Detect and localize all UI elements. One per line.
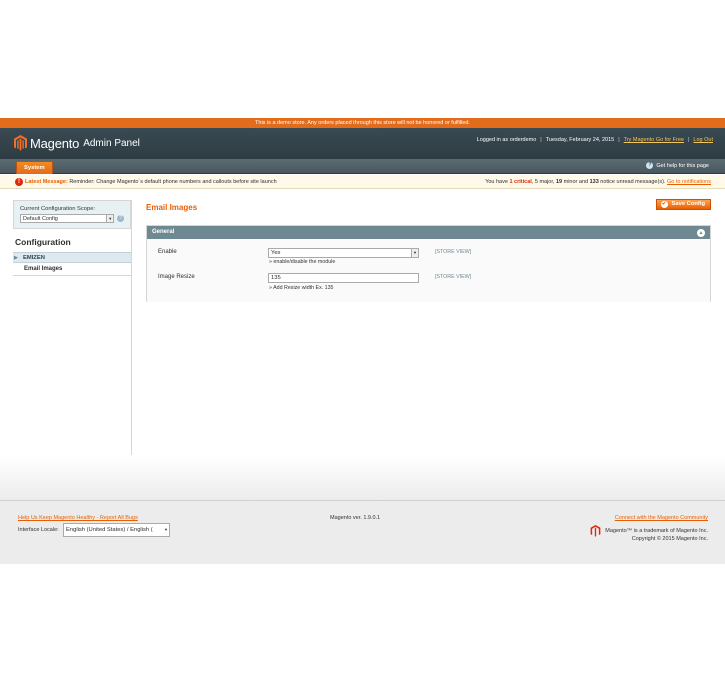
sidebar-group-emizen[interactable]: ▶ EMIZEN <box>13 252 131 263</box>
image-resize-note: » Add Resize width Ex. 135 <box>269 285 334 291</box>
collapse-icon[interactable]: ▲ <box>697 229 705 237</box>
logo-subtitle: Admin Panel <box>83 137 140 149</box>
magento-logo[interactable]: Magento Admin Panel <box>14 135 140 151</box>
sidebar-title: Configuration <box>15 237 71 247</box>
help-icon: ? <box>646 162 654 169</box>
enable-note: » enable/disable the module <box>269 259 336 265</box>
system-message-bar: ! Latest Message: Reminder: Change Magen… <box>0 175 725 189</box>
help-text: Get help for this page <box>656 162 709 169</box>
checkmark-icon: ✔ <box>660 201 668 208</box>
page-title: Email Images <box>146 203 198 212</box>
logout-link[interactable]: Log Out <box>693 137 713 143</box>
enable-scope: [STORE VIEW] <box>435 249 472 255</box>
chevron-down-icon: ▼ <box>164 527 168 532</box>
scope-select[interactable]: Default Config ▼ <box>20 214 115 223</box>
demo-notice-text: This is a demo store. Any orders placed … <box>255 120 470 126</box>
try-magento-go-link[interactable]: Try Magento Go for Free <box>624 137 684 143</box>
trademark-text: Magento™ is a trademark of Magento Inc. <box>605 528 708 534</box>
scope-label: Current Configuration Scope: <box>20 206 96 212</box>
image-resize-value: 135 <box>271 275 281 281</box>
image-resize-note-text: Add Resize width Ex. 135 <box>273 285 334 291</box>
main-nav: System ? Get help for this page <box>0 159 725 174</box>
notice-count: 133 <box>589 179 599 185</box>
config-sidebar: Current Configuration Scope: Default Con… <box>13 200 132 455</box>
scope-select-value: Default Config <box>23 216 58 222</box>
latest-message-label: Latest Message: <box>25 179 68 185</box>
general-fieldset: General ▲ Enable Yes ▼ » enable/disable … <box>146 225 711 302</box>
scope-switcher: Current Configuration Scope: Default Con… <box>13 200 131 229</box>
locale-select-value: English (United States) / English ( <box>66 527 153 533</box>
admin-header: Magento Admin Panel Logged in as orderde… <box>0 128 725 159</box>
chevron-down-icon: ▼ <box>106 215 114 222</box>
locale-select[interactable]: English (United States) / English ( ▼ <box>63 523 170 537</box>
sidebar-group-label: EMIZEN <box>23 255 45 261</box>
alert-icon: ! <box>15 178 23 186</box>
scope-help-icon[interactable]: ? <box>117 215 124 222</box>
locale-label: Interface Locale: <box>18 527 59 533</box>
save-config-label: Save Config <box>671 201 706 207</box>
notice-suffix: notice unread message(s). <box>598 179 666 185</box>
latest-message: Latest Message: Reminder: Change Magento… <box>25 175 277 189</box>
image-resize-label: Image Resize <box>158 274 195 280</box>
image-resize-scope: [STORE VIEW] <box>435 274 472 280</box>
you-have-text: You have <box>485 179 508 185</box>
page-footer: Help Us Keep Magento Healthy - Report Al… <box>0 500 725 564</box>
current-date: Tuesday, February 24, 2015 <box>545 137 615 143</box>
demo-notice-bar: This is a demo store. Any orders placed … <box>0 118 725 128</box>
critical-count: 1 critical <box>509 179 532 185</box>
major-count: , 5 major, <box>531 179 556 185</box>
main-content: Email Images ✔ Save Config General ▲ Ena… <box>146 199 711 302</box>
logged-in-text: Logged in as orderdemo <box>476 137 537 143</box>
community-link[interactable]: Connect with the Magento Community <box>615 515 708 521</box>
help-link[interactable]: ? Get help for this page <box>646 162 709 169</box>
header-user-links: Logged in as orderdemo | Tuesday, February… <box>476 137 713 143</box>
enable-select[interactable]: Yes ▼ <box>268 248 419 258</box>
image-resize-input[interactable]: 135 <box>268 273 419 283</box>
magento-logo-icon <box>590 525 601 537</box>
expand-triangle-icon: ▶ <box>14 255 18 261</box>
report-bugs-link[interactable]: Help Us Keep Magento Healthy - Report Al… <box>18 515 138 521</box>
enable-select-value: Yes <box>271 250 281 256</box>
sidebar-item-email-images[interactable]: Email Images <box>13 263 131 276</box>
footer-gradient <box>0 455 725 500</box>
latest-message-text: Reminder: Change Magento`s default phone… <box>69 179 277 185</box>
minor-suffix: minor and <box>562 179 590 185</box>
fieldset-title: General <box>152 229 175 235</box>
fieldset-header[interactable]: General ▲ <box>147 226 710 239</box>
logo-text: Magento <box>30 135 80 151</box>
copyright-text: Copyright © 2015 Magento Inc. <box>631 536 708 542</box>
notification-summary: You have 1 critical, 5 major, 19 minor a… <box>485 175 711 189</box>
magento-version: Magento ver. 1.9.0.1 <box>330 515 381 521</box>
save-config-button[interactable]: ✔ Save Config <box>655 199 711 210</box>
enable-note-text: enable/disable the module <box>273 259 336 265</box>
go-to-notifications-link[interactable]: Go to notifications <box>667 179 711 185</box>
enable-label: Enable <box>158 249 177 255</box>
magento-logo-icon <box>14 135 27 151</box>
blank-top-area <box>0 0 725 118</box>
chevron-down-icon: ▼ <box>411 249 418 257</box>
nav-tab-system[interactable]: System <box>16 161 53 174</box>
fieldset-body: Enable Yes ▼ » enable/disable the module… <box>147 239 710 302</box>
